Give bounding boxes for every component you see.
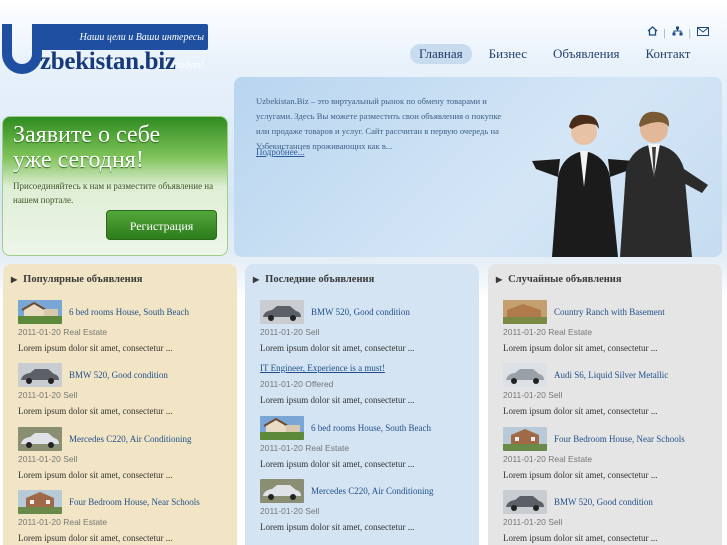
ad-description: Lorem ipsum dolor sit amet, consectetur … xyxy=(260,395,415,405)
ad-title-link[interactable]: BMW 520, Good condition xyxy=(554,497,653,507)
ad-title-link[interactable]: 6 bed rooms House, South Beach xyxy=(69,307,189,317)
house-thumbnail[interactable] xyxy=(503,427,547,451)
car-thumbnail[interactable] xyxy=(18,363,62,387)
ad-meta: 2011-01-20 Sell xyxy=(260,327,320,337)
house-thumbnail[interactable] xyxy=(503,300,547,324)
ad-title-link[interactable]: Country Ranch with Basement xyxy=(554,307,665,317)
ad-description: Lorem ipsum dolor sit amet, consectetur … xyxy=(18,533,173,543)
arrow-right-icon: ▶ xyxy=(253,275,260,284)
business-people-image xyxy=(532,111,708,257)
ad-title-link[interactable]: 6 bed rooms House, South Beach xyxy=(311,423,431,433)
ad-title-link[interactable]: Mercedes C220, Air Conditioning xyxy=(69,434,192,444)
ad-title-link[interactable]: Audi S6, Liquid Silver Metallic xyxy=(554,370,668,380)
register-button[interactable]: Регистрация xyxy=(106,210,217,240)
ad-meta: 2011-01-20 Real Estate xyxy=(18,327,108,337)
ad-description: Lorem ipsum dolor sit amet, consectetur … xyxy=(503,533,658,543)
ad-title-link[interactable]: BMW 520, Good condition xyxy=(69,370,168,380)
read-more-link[interactable]: Подробнее... xyxy=(256,147,304,157)
ad-meta: 2011-01-20 Real Estate xyxy=(18,517,108,527)
column-heading: ▶ Популярные объявления xyxy=(11,274,143,285)
icon-separator: | xyxy=(663,26,666,39)
ad-meta: 2011-01-20 Sell xyxy=(260,506,320,516)
ad-description: Lorem ipsum dolor sit amet, consectetur … xyxy=(18,343,173,353)
ad-meta: 2011-01-20 Sell xyxy=(503,390,563,400)
promo-box: Заявите о себе уже сегодня! Присоединяйт… xyxy=(2,116,228,256)
ad-meta: 2011-01-20 Sell xyxy=(18,454,78,464)
ad-description: Lorem ipsum dolor sit amet, consectetur … xyxy=(18,406,173,416)
car-thumbnail[interactable] xyxy=(503,363,547,387)
promo-title-line1: Заявите о себе xyxy=(13,122,161,148)
nav-item-home[interactable]: Главная xyxy=(410,44,472,64)
ad-description: Lorem ipsum dolor sit amet, consectetur … xyxy=(503,343,658,353)
ad-meta: 2011-01-20 Sell xyxy=(18,390,78,400)
ad-description: Lorem ipsum dolor sit amet, consectetur … xyxy=(260,459,415,469)
column-heading: ▶ Случайные объявления xyxy=(496,274,622,285)
ad-meta: 2011-01-20 Sell xyxy=(503,517,563,527)
ad-title-link[interactable]: Four Bedroom House, Near Schools xyxy=(554,434,685,444)
home-icon[interactable] xyxy=(647,26,658,39)
ad-description: Lorem ipsum dolor sit amet, consectetur … xyxy=(260,343,415,353)
house-thumbnail[interactable] xyxy=(260,416,304,440)
random-ads-column: ▶ Случайные объявления Country Ranch with… xyxy=(488,264,722,545)
column-heading: ▶ Последние объявления xyxy=(253,274,375,285)
sitemap-icon[interactable] xyxy=(672,26,683,39)
car-thumbnail[interactable] xyxy=(260,479,304,503)
latest-ads-column: ▶ Последние объявления BMW 520, Good cond… xyxy=(245,264,479,545)
hero-banner: Uzbekistan.Biz – это виртуальный рынок п… xyxy=(234,77,722,257)
ad-title-link[interactable]: IT Engineer, Experience is a must! xyxy=(260,363,385,373)
nav-item-ads[interactable]: Объявления xyxy=(544,44,629,64)
car-thumbnail[interactable] xyxy=(260,300,304,324)
ad-description: Lorem ipsum dolor sit amet, consectetur … xyxy=(260,522,415,532)
hero-text: Uzbekistan.Biz – это виртуальный рынок п… xyxy=(256,96,502,151)
icon-separator: | xyxy=(688,26,691,39)
ad-description: Lorem ipsum dolor sit amet, consectetur … xyxy=(18,470,173,480)
car-thumbnail[interactable] xyxy=(18,427,62,451)
promo-title-line2: уже сегодня! xyxy=(13,147,144,173)
main-nav: Главная Бизнес Объявления Контакт xyxy=(410,44,707,64)
ad-description: Lorem ipsum dolor sit amet, consectetur … xyxy=(503,470,658,480)
ad-description: Lorem ipsum dolor sit amet, consectetur … xyxy=(503,406,658,416)
ad-meta: 2011-01-20 Real Estate xyxy=(503,454,593,464)
promo-title: Заявите о себе уже сегодня! xyxy=(13,123,160,173)
ad-title-link[interactable]: Mercedes C220, Air Conditioning xyxy=(311,486,434,496)
house-thumbnail[interactable] xyxy=(18,300,62,324)
logo-u-mark xyxy=(2,24,42,74)
top-icon-bar: | | xyxy=(647,26,709,39)
nav-item-contact[interactable]: Контакт xyxy=(637,44,700,64)
ad-title-link[interactable]: BMW 520, Good condition xyxy=(311,307,410,317)
logo-slogan: Наши цели и Ваши интересы совпадут! xyxy=(42,24,208,71)
mail-icon[interactable] xyxy=(697,26,709,39)
logo-text: zbekistan.biz xyxy=(40,48,176,75)
site-logo[interactable]: Наши цели и Ваши интересы совпадут! zbek… xyxy=(2,24,210,76)
house-thumbnail[interactable] xyxy=(18,490,62,514)
ad-meta: 2011-01-20 Real Estate xyxy=(503,327,593,337)
car-thumbnail[interactable] xyxy=(503,490,547,514)
ad-meta: 2011-01-20 Offered xyxy=(260,379,334,389)
popular-ads-column: ▶ Популярные объявления 6 bed rooms House… xyxy=(3,264,237,545)
promo-subtitle: Присоединяйтесь к нам и разместите объяв… xyxy=(13,181,214,205)
arrow-right-icon: ▶ xyxy=(496,275,503,284)
arrow-right-icon: ▶ xyxy=(11,275,18,284)
ad-meta: 2011-01-20 Real Estate xyxy=(260,443,350,453)
ad-title-link[interactable]: Four Bedroom House, Near Schools xyxy=(69,497,200,507)
nav-item-business[interactable]: Бизнес xyxy=(480,44,536,64)
